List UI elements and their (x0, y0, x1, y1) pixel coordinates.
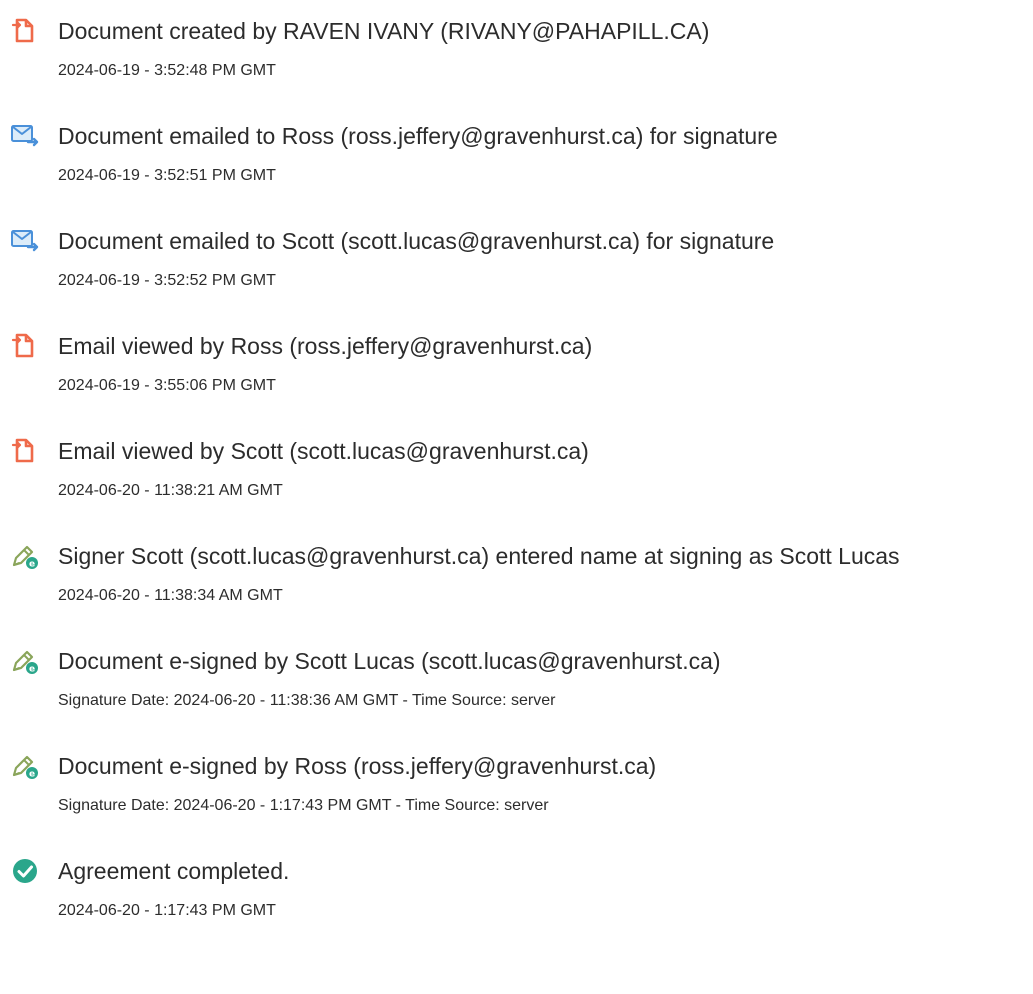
e-sign-pen-icon: e (10, 751, 40, 781)
event-signer-entered-name: e Signer Scott (scott.lucas@gravenhurst.… (0, 541, 1033, 631)
check-circle-icon (10, 856, 40, 886)
event-timestamp: 2024-06-19 - 3:52:52 PM GMT (58, 272, 276, 289)
document-icon (10, 331, 40, 361)
event-title: Email viewed by Ross (ross.jeffery@grave… (58, 333, 593, 359)
event-emailed-scott: Document emailed to Scott (scott.lucas@g… (0, 226, 1033, 316)
svg-text:e: e (29, 665, 35, 675)
event-timestamp: 2024-06-19 - 3:52:48 PM GMT (58, 62, 276, 79)
event-title: Document e-signed by Scott Lucas (scott.… (58, 648, 721, 674)
event-timestamp: 2024-06-19 - 3:52:51 PM GMT (58, 167, 276, 184)
svg-text:e: e (29, 560, 35, 570)
event-title: Document e-signed by Ross (ross.jeffery@… (58, 753, 657, 779)
event-title: Agreement completed. (58, 858, 290, 884)
document-icon (10, 16, 40, 46)
svg-text:e: e (29, 770, 35, 780)
document-icon (10, 436, 40, 466)
event-timestamp: 2024-06-19 - 3:55:06 PM GMT (58, 377, 276, 394)
email-sent-icon (10, 226, 40, 256)
event-document-created: Document created by RAVEN IVANY (RIVANY@… (0, 16, 1033, 106)
event-title: Signer Scott (scott.lucas@gravenhurst.ca… (58, 543, 900, 569)
event-viewed-ross: Email viewed by Ross (ross.jeffery@grave… (0, 331, 1033, 421)
email-sent-icon (10, 121, 40, 151)
event-viewed-scott: Email viewed by Scott (scott.lucas@grave… (0, 436, 1033, 526)
e-sign-pen-icon: e (10, 541, 40, 571)
event-title: Document emailed to Scott (scott.lucas@g… (58, 228, 775, 254)
event-title: Document created by RAVEN IVANY (RIVANY@… (58, 18, 710, 44)
event-title: Document emailed to Ross (ross.jeffery@g… (58, 123, 778, 149)
e-sign-pen-icon: e (10, 646, 40, 676)
event-emailed-ross: Document emailed to Ross (ross.jeffery@g… (0, 121, 1033, 211)
event-signed-ross: e Document e-signed by Ross (ross.jeffer… (0, 751, 1033, 841)
event-agreement-completed: Agreement completed. 2024-06-20 - 1:17:4… (0, 856, 1033, 946)
event-timestamp: 2024-06-20 - 1:17:43 PM GMT (58, 902, 276, 919)
event-title: Email viewed by Scott (scott.lucas@grave… (58, 438, 589, 464)
event-timestamp: 2024-06-20 - 11:38:21 AM GMT (58, 482, 283, 499)
event-signed-scott: e Document e-signed by Scott Lucas (scot… (0, 646, 1033, 736)
event-timestamp: 2024-06-20 - 11:38:34 AM GMT (58, 587, 283, 604)
event-signature-date: Signature Date: 2024-06-20 - 11:38:36 AM… (58, 692, 556, 709)
event-signature-date: Signature Date: 2024-06-20 - 1:17:43 PM … (58, 797, 549, 814)
